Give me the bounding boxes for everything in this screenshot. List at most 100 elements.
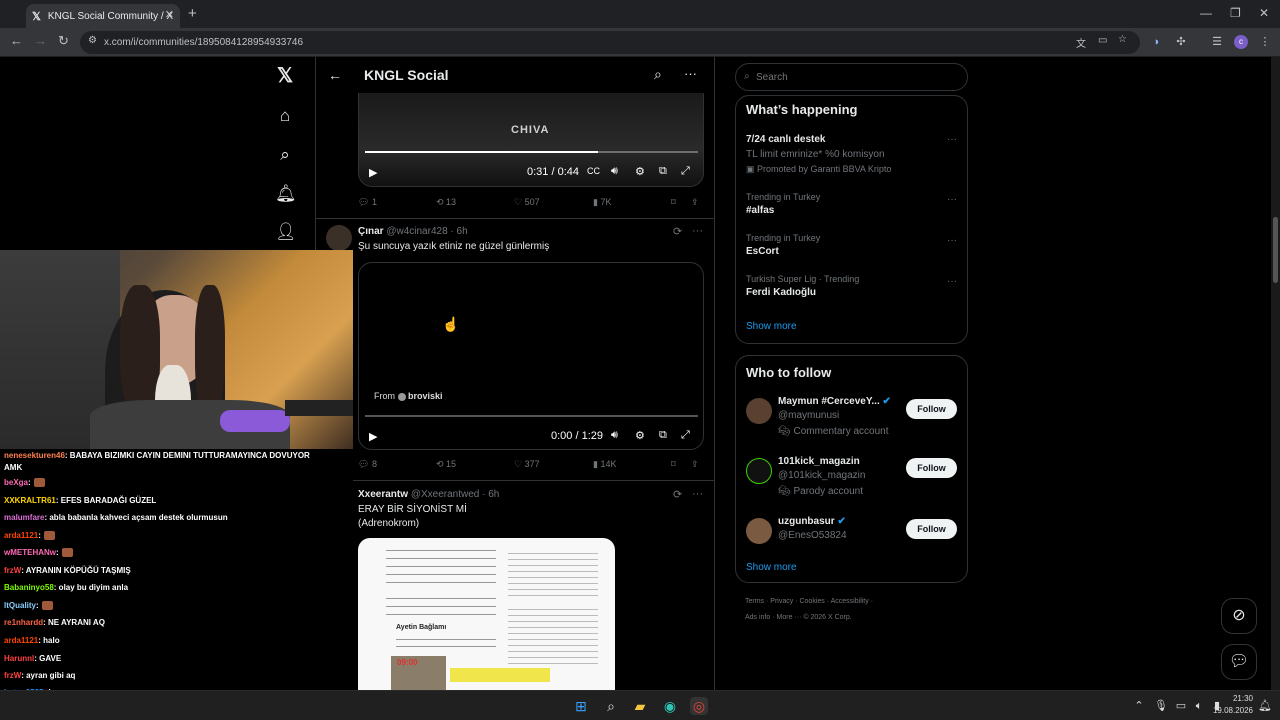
fullscreen-icon[interactable]: ⤢ — [681, 429, 690, 442]
minimize-icon[interactable]: — — [1200, 6, 1212, 20]
scrollbar-thumb[interactable] — [1273, 217, 1278, 283]
trend-item[interactable]: 7/24 canlı destek TL limit emrinize* %0 … — [736, 134, 967, 178]
settings-gear-icon[interactable]: ⚙ — [635, 429, 645, 442]
start-windows-icon[interactable]: ⊞ — [572, 697, 590, 715]
chrome-browser-icon[interactable]: ◎ — [690, 697, 708, 715]
tab-search-icon[interactable]: ☰ — [1210, 35, 1224, 49]
avatar[interactable] — [326, 225, 352, 251]
share-icon[interactable]: ⇪ — [691, 197, 699, 208]
grok-button[interactable]: ⊘ — [1221, 598, 1257, 634]
bookmark-icon[interactable]: ⌑ — [671, 197, 676, 208]
close-tab-icon[interactable]: ✕ — [165, 8, 174, 21]
back-arrow-icon[interactable]: ← — [328, 67, 342, 83]
chat-username[interactable]: re1nhardd — [4, 618, 43, 627]
share-icon[interactable]: ⇪ — [691, 459, 699, 470]
menu-icon[interactable]: ⋮ — [1258, 35, 1272, 49]
author-handle[interactable]: @w4cinar428 · 6h — [386, 226, 467, 237]
volume-icon[interactable]: 🔊︎ — [611, 429, 618, 442]
browser-tab[interactable]: 𝕏 KNGL Social Community / X ✕ — [26, 4, 180, 28]
video-progress-bar[interactable] — [365, 415, 698, 417]
home-icon[interactable]: ⌂ — [275, 106, 295, 126]
restore-icon[interactable]: ❐ — [1230, 6, 1241, 20]
chat-username[interactable]: ltQuality — [4, 601, 36, 610]
grok-icon[interactable]: ⟳ — [673, 488, 682, 501]
tray-expand-icon[interactable]: ⌃ — [1130, 697, 1148, 715]
show-more-link[interactable]: Show more — [746, 562, 797, 573]
reply-button[interactable]: 💬︎ 1 — [358, 197, 377, 208]
video-progress-bar[interactable] — [365, 151, 698, 153]
file-explorer-icon[interactable]: ▰ — [631, 697, 649, 715]
like-button[interactable]: ♡ 377 — [514, 459, 540, 470]
follow-suggestion[interactable]: 101kick_magazin @101kick_magazin 🎭︎ Paro… — [736, 456, 967, 502]
footer-link-terms[interactable]: Terms — [745, 598, 764, 605]
post-more-icon[interactable]: ··· — [692, 488, 703, 500]
explore-search-icon[interactable]: ⌕ — [275, 145, 295, 165]
back-icon[interactable]: ← — [10, 33, 23, 48]
messages-button[interactable]: 💬︎ — [1221, 644, 1257, 680]
forward-icon[interactable]: → — [34, 33, 47, 48]
follow-button[interactable]: Follow — [906, 519, 957, 539]
author-name[interactable]: Xxeerantw — [358, 489, 408, 500]
site-info-icon[interactable]: ⚙ — [88, 35, 97, 46]
video-player[interactable]: From broviski ▶ 0:00 / 1:29 🔊︎ ⚙ ⧉ ⤢ — [358, 262, 704, 450]
trend-more-icon[interactable]: ··· — [947, 134, 957, 145]
captions-icon[interactable]: CC — [587, 166, 600, 176]
footer-link-cookies[interactable]: Cookies — [799, 598, 824, 605]
repost-button[interactable]: ⟲ 15 — [436, 459, 456, 470]
follow-button[interactable]: Follow — [906, 399, 957, 419]
chat-username[interactable]: nenesekturen46 — [4, 451, 65, 460]
close-window-icon[interactable]: ✕ — [1259, 6, 1269, 20]
trend-item[interactable]: Turkish Super Lig · Trending Ferdi Kadıo… — [736, 274, 967, 304]
trend-more-icon[interactable]: ··· — [947, 235, 957, 246]
more-options-icon[interactable]: ··· — [684, 66, 697, 81]
chat-username[interactable]: arda1121 — [4, 636, 38, 645]
follow-suggestion[interactable]: Maymun #CerceveY... ✔ @maymunusi 🎭︎ Comm… — [736, 396, 967, 442]
profile-avatar-icon[interactable]: c — [1234, 35, 1248, 49]
show-more-link[interactable]: Show more — [746, 321, 797, 332]
tray-clock-date[interactable]: 19.08.2026 — [1208, 706, 1253, 715]
post-image[interactable]: Ayetin Bağlamı 09:00 — [358, 538, 615, 690]
footer-link-more[interactable]: More ··· — [777, 614, 802, 621]
search-icon[interactable]: ⌕ — [654, 66, 662, 83]
x-home-logo-icon[interactable]: 𝕏 — [275, 66, 295, 86]
trend-more-icon[interactable]: ··· — [947, 276, 957, 287]
footer-link-accessibility[interactable]: Accessibility — [831, 598, 869, 605]
edge-browser-icon[interactable]: ◉ — [661, 697, 679, 715]
taskbar-search-icon[interactable]: ⌕ — [602, 697, 620, 715]
source-user[interactable]: broviski — [408, 391, 443, 401]
chat-username[interactable]: frzW — [4, 566, 21, 575]
tray-clock-time[interactable]: 21:30 — [1213, 694, 1253, 703]
play-icon[interactable]: ▶ — [369, 430, 377, 443]
post-more-icon[interactable]: ··· — [692, 225, 703, 237]
picture-in-picture-icon[interactable]: ⧉ — [659, 165, 667, 178]
trend-item[interactable]: Trending in Turkey #alfas ··· — [736, 192, 967, 222]
chat-username[interactable]: XXKRALTR61 — [4, 496, 56, 505]
notification-bell-icon[interactable]: 🔔︎ — [1256, 697, 1274, 715]
like-button[interactable]: ♡ 507 — [514, 197, 540, 208]
chat-username[interactable]: Babaninyo58 — [4, 583, 54, 592]
reply-button[interactable]: 💬︎ 8 — [358, 459, 377, 470]
repost-button[interactable]: ⟲ 13 — [436, 197, 456, 208]
extensions-puzzle-icon[interactable]: ✣ — [1174, 35, 1188, 49]
fullscreen-icon[interactable]: ⤢ — [681, 165, 690, 178]
footer-link-privacy[interactable]: Privacy — [770, 598, 793, 605]
views-button[interactable]: ▮ 7K — [593, 197, 611, 208]
play-icon[interactable]: ▶ — [369, 166, 377, 179]
extension-icon[interactable]: ◗ — [1150, 35, 1164, 49]
volume-icon[interactable]: 🔊︎ — [611, 165, 618, 178]
search-field[interactable]: ⌕ — [735, 63, 968, 91]
views-button[interactable]: ▮ 14K — [593, 459, 616, 470]
address-bar[interactable]: ⚙ x.com/i/communities/189508412895493374… — [80, 31, 1140, 54]
volume-tray-icon[interactable]: 🔈︎ — [1190, 697, 1208, 715]
network-icon[interactable]: ▭ — [1172, 697, 1190, 715]
follow-person-icon[interactable]: 👤︎ — [275, 222, 297, 242]
new-tab-button[interactable]: + — [188, 5, 197, 22]
chat-username[interactable]: wMETEHANw — [4, 548, 56, 557]
reload-icon[interactable]: ↻ — [58, 33, 69, 49]
follow-button[interactable]: Follow — [906, 458, 957, 478]
author-name[interactable]: Çınar — [358, 226, 384, 237]
search-input[interactable] — [756, 69, 956, 85]
install-icon[interactable]: ▭ — [1098, 35, 1107, 46]
bookmark-star-icon[interactable]: ☆ — [1118, 34, 1127, 45]
follow-suggestion[interactable]: uzgunbasur ✔ @EnesO53824 Follow — [736, 516, 967, 548]
